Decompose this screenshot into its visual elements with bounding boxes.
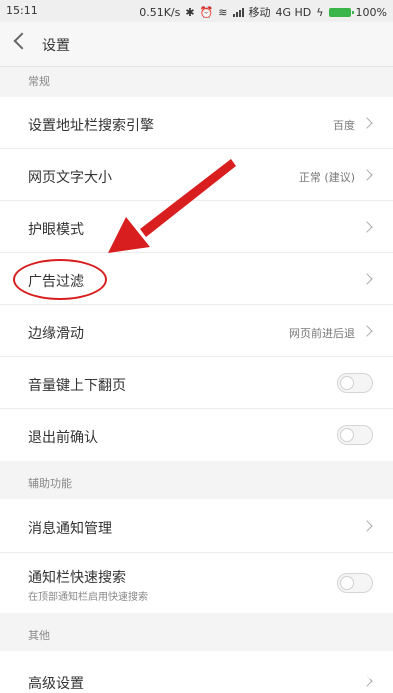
watermark-overlay [291, 653, 379, 679]
annotation-arrow-icon [108, 159, 236, 253]
